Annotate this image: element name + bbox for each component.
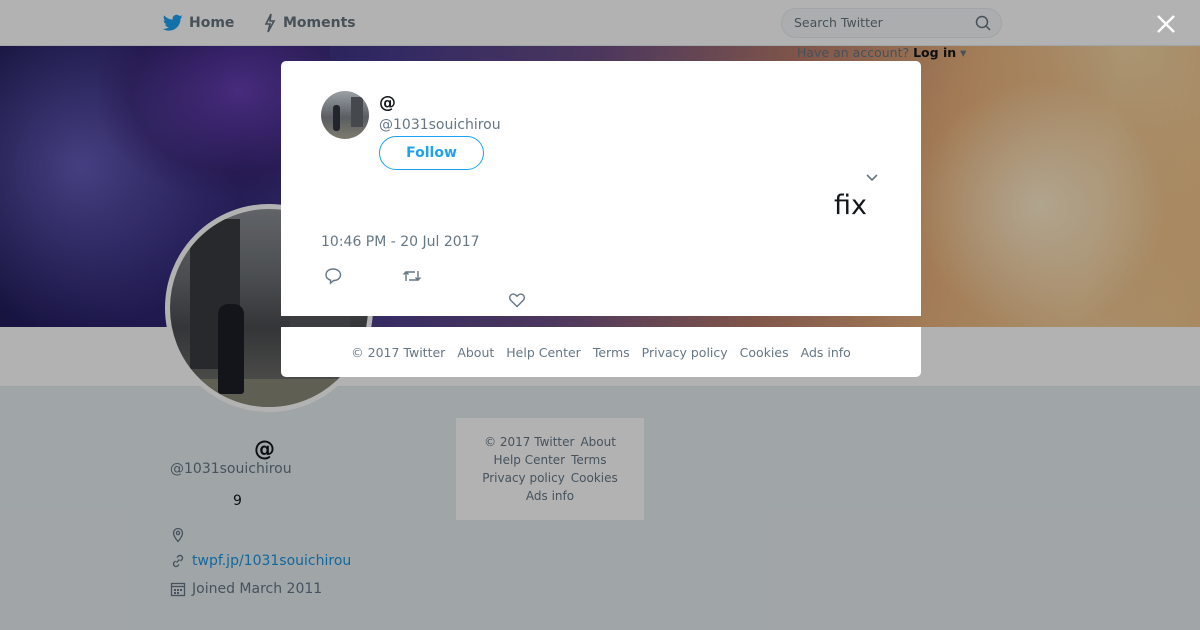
tweet-timestamp[interactable]: 10:46 PM - 20 Jul 2017 xyxy=(321,234,480,250)
tweet-avatar[interactable] xyxy=(321,91,369,139)
close-icon[interactable] xyxy=(1153,11,1179,37)
chevron-down-icon[interactable] xyxy=(865,173,879,183)
tweet-author-name[interactable]: @ xyxy=(379,93,396,113)
tweet-text: fix xyxy=(321,190,1137,221)
modal-footer-cookies-link[interactable]: Cookies xyxy=(740,345,789,360)
modal-footer-copyright: © 2017 Twitter xyxy=(351,344,446,360)
modal-footer-help-link[interactable]: Help Center xyxy=(506,345,581,360)
heart-icon[interactable] xyxy=(508,291,526,309)
modal-footer-terms-link[interactable]: Terms xyxy=(593,345,630,360)
follow-button[interactable]: Follow xyxy=(379,136,484,170)
modal-footer-ads-link[interactable]: Ads info xyxy=(801,345,851,360)
retweet-icon[interactable] xyxy=(402,267,422,285)
modal-footer-privacy-link[interactable]: Privacy policy xyxy=(642,345,728,360)
modal-footer-about-link[interactable]: About xyxy=(457,345,494,360)
tweet-author-handle[interactable]: @1031souichirou xyxy=(379,117,501,133)
modal-footer: © 2017 Twitter About Help Center Terms P… xyxy=(281,327,921,377)
tweet-modal: @ @1031souichirou Follow fix 10:46 PM - … xyxy=(281,61,921,316)
reply-icon[interactable] xyxy=(324,267,342,285)
